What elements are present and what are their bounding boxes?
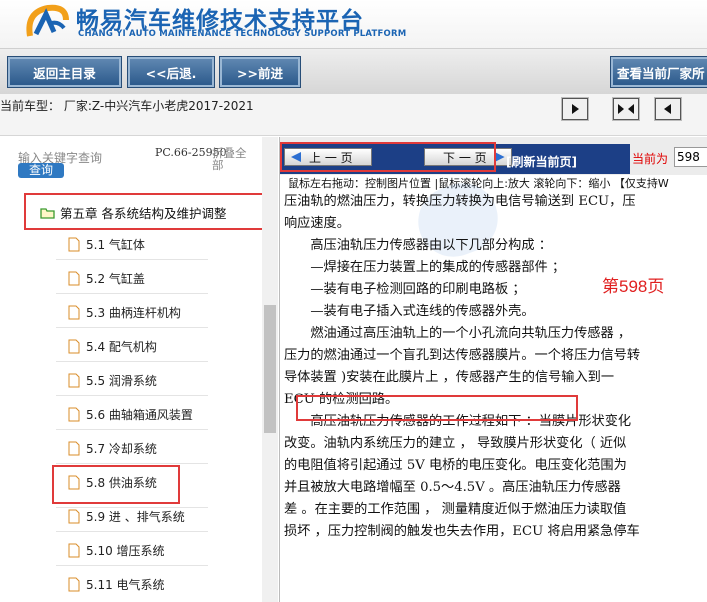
- tree-item-label: 5.2 气缸盖: [86, 272, 145, 286]
- tree-item-label: 5.9 进 、排气系统: [86, 510, 185, 524]
- catalog-scrollbar[interactable]: [262, 137, 278, 602]
- document-icon: [68, 577, 80, 592]
- doc-line: 并且被放大电路增幅至 0.5～4.5V 。高压油轨压力传感器: [284, 480, 621, 495]
- document-text: 压油轨的燃油压力，转换压力转换为电信号输送到 ECU，压 响应速度。 高压油轨压…: [284, 191, 707, 543]
- tree-item-5-11[interactable]: 5.11 电气系统: [68, 576, 165, 593]
- page-nav-highlight-box: [280, 142, 496, 172]
- doc-line: 改变。油轨内系统压力的建立 ， 导致膜片形状变化（ 近似: [284, 436, 627, 451]
- divider: [56, 293, 208, 294]
- info-bar: 当前车型： 厂家:Z-中兴汽车小老虎2017-2021: [0, 94, 707, 136]
- tree-item-5-8[interactable]: 5.8 供油系统: [68, 474, 157, 491]
- doc-line: 燃油通过高压油轨上的一个小孔流向共轨压力传感器 ，: [284, 326, 632, 341]
- tree-item-label: 5.1 气缸体: [86, 238, 145, 252]
- current-model: 当前车型： 厂家:Z-中兴汽车小老虎2017-2021: [0, 99, 254, 113]
- tree-item-5-9[interactable]: 5.9 进 、排气系统: [68, 508, 185, 525]
- doc-line: —装有电子插入式连线的传感器外壳。: [284, 304, 535, 319]
- nav-right-button[interactable]: [561, 97, 589, 121]
- divider: [56, 259, 208, 260]
- document-icon: [68, 509, 80, 524]
- tree-item-label: 5.7 冷却系统: [86, 442, 157, 456]
- document-icon: [68, 305, 80, 320]
- divider: [56, 463, 208, 464]
- catalog-panel: 输入关键字查询 查询 PC.66-25950 折叠全部 第五章 各系统结构及维护…: [0, 137, 278, 602]
- tree-item-label: 5.4 配气机构: [86, 340, 157, 354]
- divider: [56, 395, 208, 396]
- work-process-highlight-box: [296, 395, 578, 421]
- tree-item-5-7[interactable]: 5.7 冷却系统: [68, 440, 157, 457]
- home-button[interactable]: 返回主目录: [7, 56, 122, 88]
- nav-left-button[interactable]: [654, 97, 682, 121]
- tree-item-5-10[interactable]: 5.10 增压系统: [68, 542, 165, 559]
- document-icon: [68, 407, 80, 422]
- page-nav-bar: 上 一 页 下 一 页 [刷新当前页] 当前为 598: [280, 137, 707, 175]
- tree-chapter-5[interactable]: 第五章 各系统结构及维护调整: [40, 203, 226, 222]
- arrow-right-icon: [572, 104, 579, 114]
- folder-open-icon: [40, 207, 55, 219]
- tree-item-label: 5.3 曲柄连杆机构: [86, 306, 181, 320]
- toolbar: 返回主目录 <<后退. >>前进 查看当前厂家所: [0, 48, 707, 94]
- tree-item-label: 5.8 供油系统: [86, 476, 157, 490]
- current-page-input[interactable]: 598: [674, 147, 707, 167]
- doc-line: 损坏 ，压力控制阀的触发也失去作用，ECU 将启用紧急停车: [284, 524, 640, 539]
- document-icon: [68, 441, 80, 456]
- arrow-left-icon: [664, 104, 671, 114]
- document-icon: [68, 237, 80, 252]
- nav-split-button[interactable]: [612, 97, 640, 121]
- divider: [56, 361, 208, 362]
- tree-item-5-1[interactable]: 5.1 气缸体: [68, 236, 145, 253]
- doc-line: 的电阻值将引起通过 5V 电桥的电压变化。电压变化范围为: [284, 458, 627, 473]
- header: 畅易汽车维修技术支持平台 CHANG YI AUTO MAINTENANCE T…: [0, 0, 707, 48]
- document-icon: [68, 373, 80, 388]
- document-panel: 上 一 页 下 一 页 [刷新当前页] 当前为 598 鼠标左右拖动：控制图片位…: [279, 137, 707, 602]
- tree-item-5-6[interactable]: 5.6 曲轴箱通风装置: [68, 406, 193, 423]
- app-root: 畅易汽车维修技术支持平台 CHANG YI AUTO MAINTENANCE T…: [0, 0, 707, 602]
- refresh-page-link[interactable]: [刷新当前页]: [506, 153, 577, 170]
- document-icon: [68, 475, 80, 490]
- view-factory-button[interactable]: 查看当前厂家所: [610, 56, 707, 88]
- chapter-label: 第五章 各系统结构及维护调整: [60, 206, 227, 221]
- scrollbar-thumb[interactable]: [264, 305, 276, 433]
- document-icon: [68, 271, 80, 286]
- document-icon: [68, 339, 80, 354]
- tree-item-5-3[interactable]: 5.3 曲柄连杆机构: [68, 304, 181, 321]
- platform-subtitle: CHANG YI AUTO MAINTENANCE TECHNOLOGY SUP…: [78, 29, 407, 39]
- divider: [56, 429, 208, 430]
- doc-line: 压力的燃油通过一个盲孔到达传感器膜片。一个将压力信号转: [284, 348, 641, 363]
- tree-item-5-5[interactable]: 5.5 润滑系统: [68, 372, 157, 389]
- doc-line: 导体装置 )安装在此膜片上 ，传感器产生的信号输入到一: [284, 370, 615, 385]
- forward-button[interactable]: >>前进: [219, 56, 301, 88]
- current-page-label: 当前为: [632, 152, 669, 166]
- divider: [56, 327, 208, 328]
- doc-line: 压油轨的燃油压力，转换压力转换为电信号输送到 ECU，压: [284, 194, 636, 209]
- tree-item-5-2[interactable]: 5.2 气缸盖: [68, 270, 145, 287]
- doc-line: 高压油轨压力传感器由以下几部分构成 ：: [284, 238, 552, 253]
- doc-line: 响应速度。: [284, 216, 350, 231]
- tree-item-label: 5.10 增压系统: [86, 544, 165, 558]
- collapse-all-button[interactable]: 折叠全部: [212, 147, 252, 171]
- doc-line: 差 。在主要的工作范围 ， 测量精度近似于燃油压力读取值: [284, 502, 627, 517]
- tree-item-label: 5.6 曲轴箱通风装置: [86, 408, 193, 422]
- split-arrows-icon: [618, 104, 634, 114]
- back-button[interactable]: <<后退.: [127, 56, 215, 88]
- divider: [56, 565, 208, 566]
- tree-item-5-4[interactable]: 5.4 配气机构: [68, 338, 157, 355]
- arrow-right-icon: [494, 152, 505, 162]
- platform-logo-icon: [26, 4, 69, 37]
- divider: [56, 531, 208, 532]
- tree-item-label: 5.11 电气系统: [86, 578, 165, 592]
- tree-item-label: 5.5 润滑系统: [86, 374, 157, 388]
- document-icon: [68, 543, 80, 558]
- search-button[interactable]: 查询: [18, 163, 64, 178]
- page-number-overlay: 第598页: [602, 277, 665, 296]
